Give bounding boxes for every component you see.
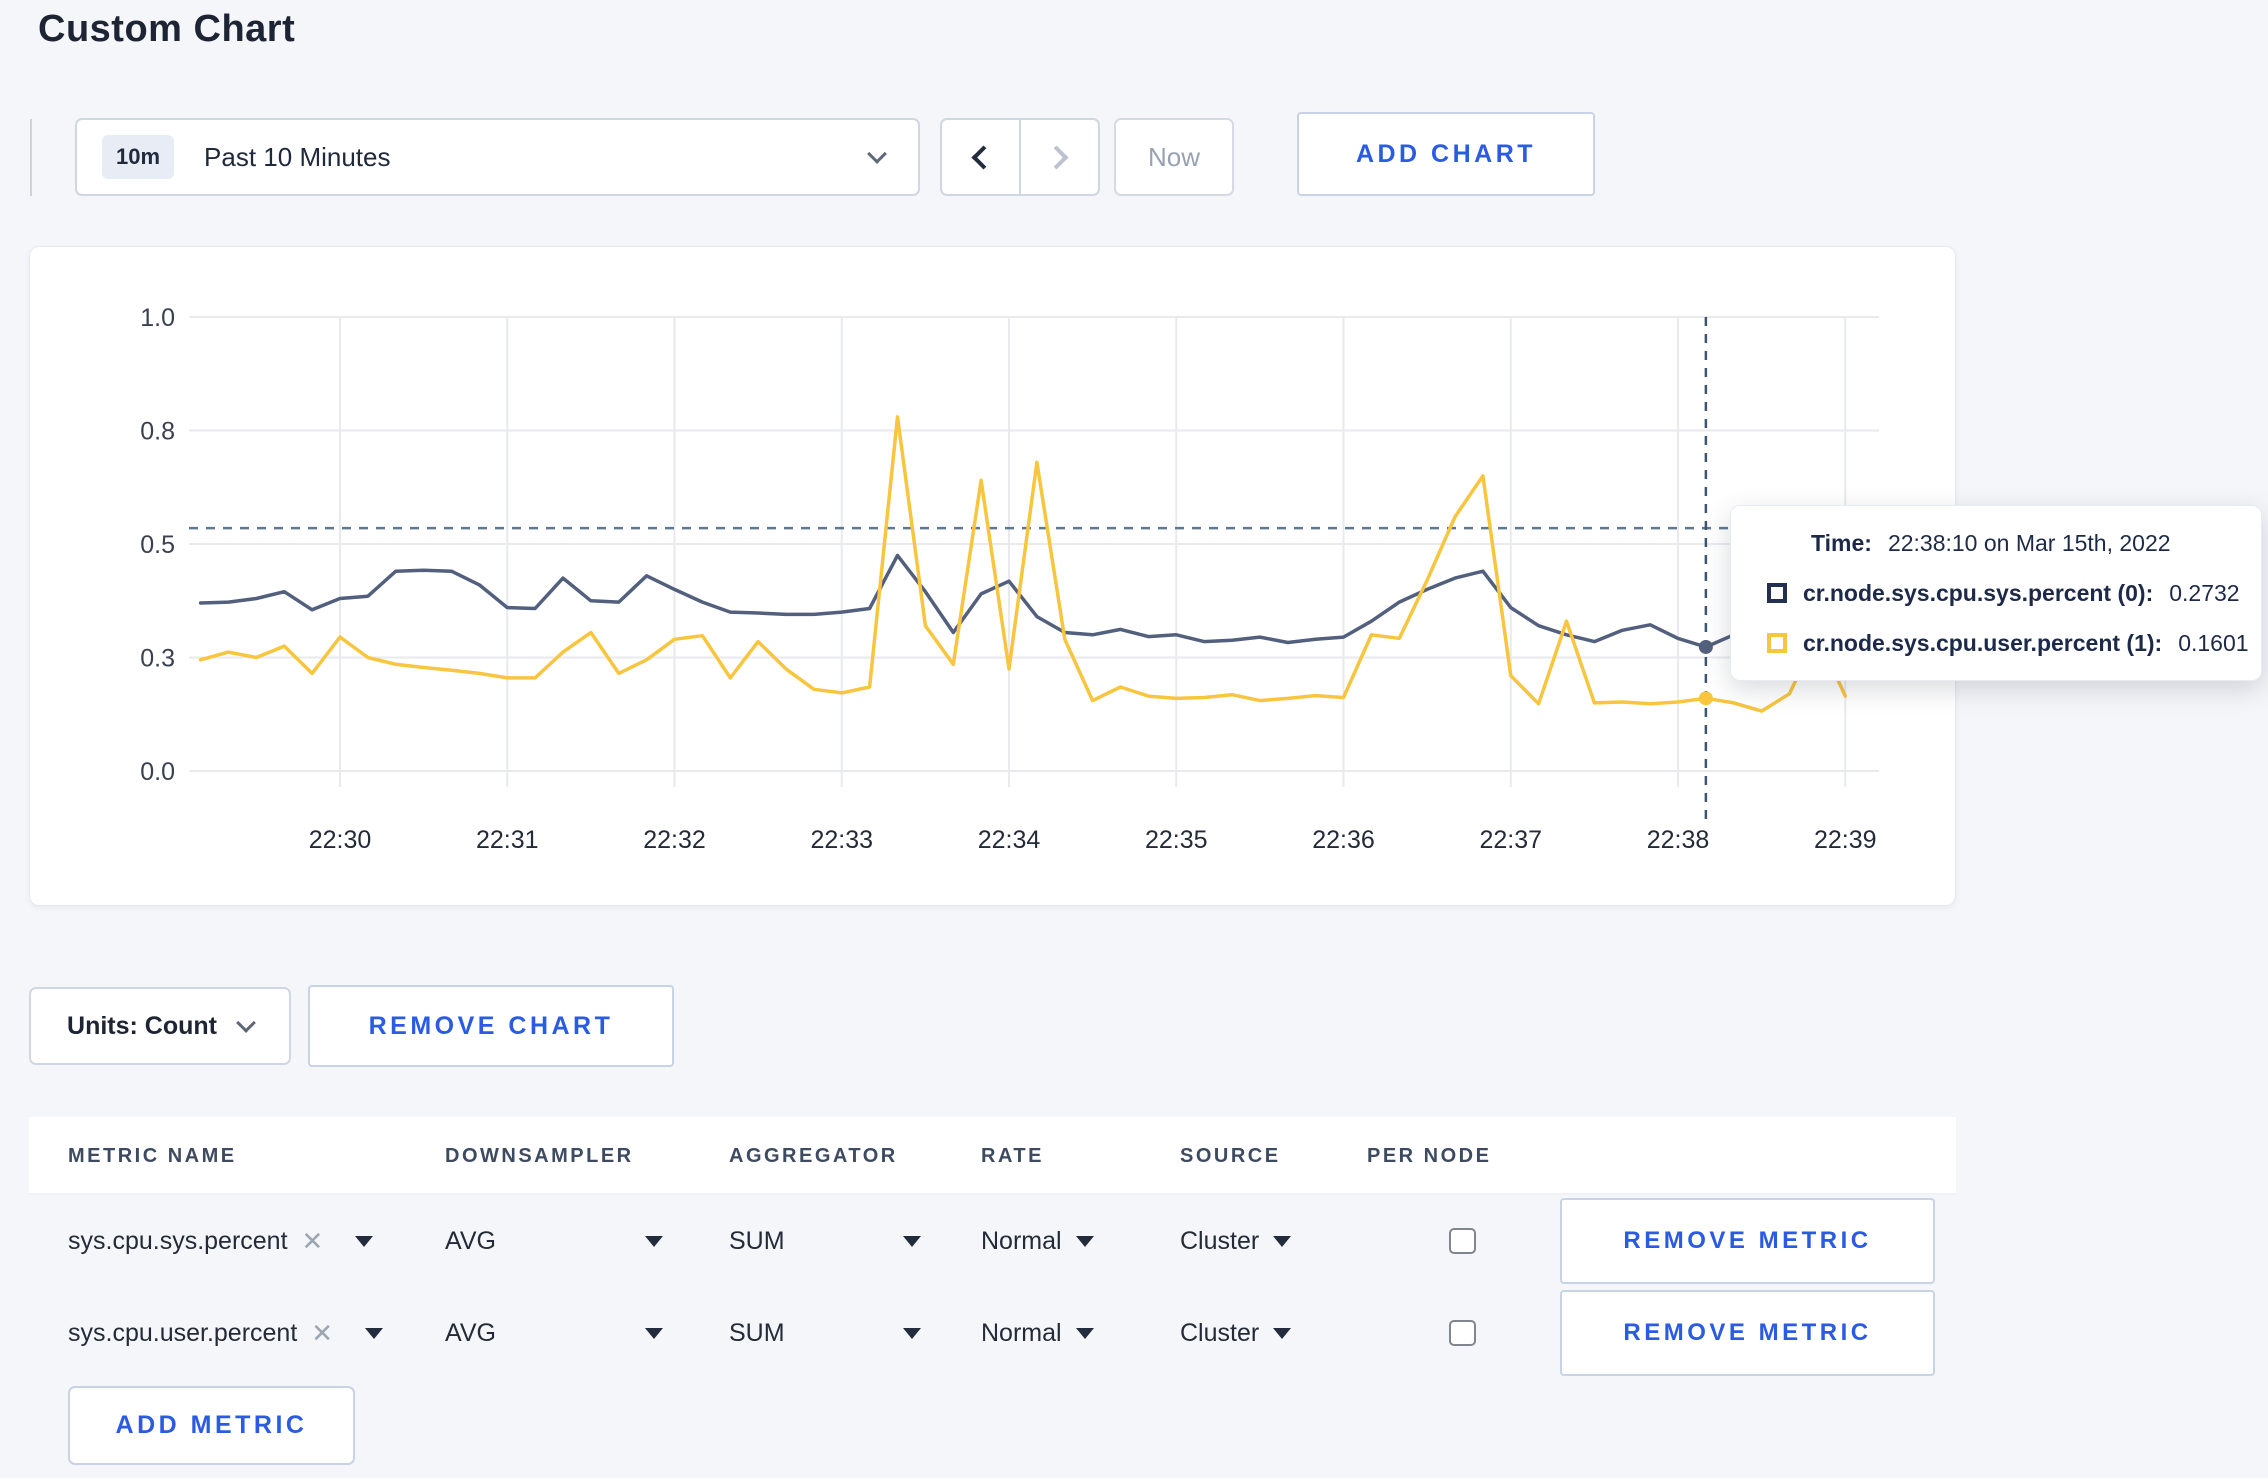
- caret-down-icon: [645, 1235, 663, 1247]
- chart-plot-area[interactable]: 0.0 0.3 0.5 0.8 1.0 22:30 22:31 22:32 22:33 22:34…: [30, 247, 1957, 907]
- chart-tooltip: Time: 22:38:10 on Mar 15th, 2022 cr.node…: [1730, 505, 2262, 681]
- column-header-metric-name: METRIC NAME: [68, 1144, 237, 1167]
- x-tick-label: 22:35: [1145, 826, 1208, 854]
- aggregator-select[interactable]: SUM: [729, 1287, 921, 1379]
- downsampler-select[interactable]: AVG: [445, 1195, 663, 1287]
- prev-button[interactable]: [942, 120, 1021, 194]
- close-icon[interactable]: ✕: [311, 1318, 333, 1349]
- metric-name-select[interactable]: sys.cpu.user.percent ✕: [68, 1287, 384, 1379]
- column-header-aggregator: AGGREGATOR: [729, 1144, 898, 1167]
- metrics-table-header: METRIC NAME DOWNSAMPLER AGGREGATOR RATE …: [29, 1117, 1956, 1195]
- rate-value: Normal: [981, 1226, 1062, 1255]
- time-range-label: Past 10 Minutes: [204, 141, 391, 172]
- series-line-1: [198, 415, 1848, 713]
- per-node-checkbox[interactable]: [1449, 1320, 1476, 1346]
- time-range-badge: 10m: [102, 135, 175, 179]
- metric-name-value: sys.cpu.user.percent: [68, 1318, 298, 1347]
- tooltip-series-label: cr.node.sys.cpu.user.percent (1):: [1803, 629, 2163, 656]
- per-node-cell: [1449, 1287, 1476, 1379]
- caret-down-icon: [1273, 1235, 1292, 1247]
- source-value: Cluster: [1180, 1226, 1260, 1255]
- source-value: Cluster: [1180, 1318, 1260, 1347]
- caret-down-icon: [903, 1235, 921, 1247]
- metric-row: sys.cpu.user.percent ✕ AVG SUM Normal Cl…: [29, 1287, 1956, 1379]
- metric-row: sys.cpu.sys.percent ✕ AVG SUM Normal Clu…: [29, 1195, 1956, 1287]
- caret-down-icon: [1075, 1327, 1094, 1339]
- y-tick-label: 0.0: [140, 758, 175, 786]
- per-node-checkbox[interactable]: [1449, 1228, 1476, 1254]
- tooltip-series-value: 0.2732: [2169, 579, 2240, 606]
- next-button[interactable]: [1021, 120, 1098, 194]
- caret-down-icon: [1273, 1327, 1292, 1339]
- metric-name-value: sys.cpu.sys.percent: [68, 1226, 288, 1255]
- downsampler-value: AVG: [445, 1318, 496, 1347]
- y-tick-label: 0.5: [140, 531, 175, 559]
- units-label: Units: Count: [67, 1011, 217, 1040]
- downsampler-value: AVG: [445, 1226, 496, 1255]
- chevron-down-icon: [236, 1013, 256, 1033]
- x-tick-label: 22:36: [1312, 826, 1375, 854]
- controls-divider: [30, 119, 32, 196]
- x-tick-label: 22:37: [1479, 826, 1542, 854]
- close-icon[interactable]: ✕: [302, 1226, 324, 1257]
- aggregator-value: SUM: [729, 1226, 785, 1255]
- caret-down-icon: [1075, 1235, 1094, 1247]
- units-select[interactable]: Units: Count: [29, 987, 291, 1065]
- add-metric-button[interactable]: ADD METRIC: [68, 1386, 355, 1465]
- tooltip-series-value: 0.1601: [2178, 629, 2249, 656]
- caret-down-icon[interactable]: [355, 1235, 374, 1247]
- x-tick-label: 22:33: [810, 826, 873, 854]
- per-node-cell: [1449, 1195, 1476, 1287]
- column-header-source: SOURCE: [1180, 1144, 1281, 1167]
- tooltip-series-row: cr.node.sys.cpu.sys.percent (0): 0.2732: [1767, 570, 2261, 616]
- downsampler-select[interactable]: AVG: [445, 1287, 663, 1379]
- column-header-per-node: PER NODE: [1367, 1144, 1492, 1167]
- column-header-rate: RATE: [981, 1144, 1044, 1167]
- source-select[interactable]: Cluster: [1180, 1195, 1292, 1287]
- column-header-downsampler: DOWNSAMPLER: [445, 1144, 634, 1167]
- aggregator-value: SUM: [729, 1318, 785, 1347]
- tooltip-time-label: Time:: [1811, 529, 1872, 556]
- rate-select[interactable]: Normal: [981, 1287, 1094, 1379]
- caret-down-icon: [645, 1327, 663, 1339]
- source-select[interactable]: Cluster: [1180, 1287, 1292, 1379]
- y-tick-label: 0.3: [140, 645, 175, 673]
- time-range-select[interactable]: 10m Past 10 Minutes: [75, 118, 920, 196]
- y-tick-label: 1.0: [140, 304, 175, 332]
- tooltip-time-value: 22:38:10 on Mar 15th, 2022: [1887, 529, 2171, 556]
- now-button[interactable]: Now: [1114, 118, 1234, 196]
- caret-down-icon: [903, 1327, 921, 1339]
- tooltip-series-label: cr.node.sys.cpu.sys.percent (0):: [1803, 579, 2154, 606]
- rate-select[interactable]: Normal: [981, 1195, 1094, 1287]
- rate-value: Normal: [981, 1318, 1062, 1347]
- x-tick-label: 22:30: [309, 826, 372, 854]
- series-swatch-sys: [1767, 583, 1787, 603]
- add-chart-button[interactable]: ADD CHART: [1297, 112, 1595, 196]
- remove-metric-button[interactable]: REMOVE METRIC: [1560, 1290, 1935, 1376]
- remove-chart-button[interactable]: REMOVE CHART: [308, 985, 674, 1067]
- metric-name-select[interactable]: sys.cpu.sys.percent ✕: [68, 1195, 374, 1287]
- caret-down-icon[interactable]: [365, 1327, 384, 1339]
- x-tick-label: 22:32: [643, 826, 706, 854]
- x-tick-label: 22:39: [1814, 826, 1877, 854]
- page-title: Custom Chart: [38, 8, 296, 50]
- chevron-down-icon: [867, 144, 887, 164]
- remove-metric-button[interactable]: REMOVE METRIC: [1560, 1198, 1935, 1284]
- hover-dot-1: [1698, 691, 1713, 706]
- y-tick-label: 0.8: [140, 418, 175, 446]
- series-swatch-user: [1767, 633, 1787, 653]
- chart-card: 0.0 0.3 0.5 0.8 1.0 22:30 22:31 22:32 22:33 22:34…: [29, 246, 1956, 906]
- aggregator-select[interactable]: SUM: [729, 1195, 921, 1287]
- x-tick-label: 22:31: [476, 826, 539, 854]
- tooltip-time-row: Time: 22:38:10 on Mar 15th, 2022: [1767, 520, 2261, 566]
- tooltip-series-row: cr.node.sys.cpu.user.percent (1): 0.1601: [1767, 620, 2261, 666]
- chevron-right-icon: [1044, 144, 1069, 170]
- hover-dot-0: [1698, 639, 1713, 654]
- x-tick-label: 22:34: [978, 826, 1041, 854]
- x-tick-label: 22:38: [1647, 826, 1710, 854]
- chevron-left-icon: [971, 144, 996, 170]
- time-pager: [940, 118, 1100, 196]
